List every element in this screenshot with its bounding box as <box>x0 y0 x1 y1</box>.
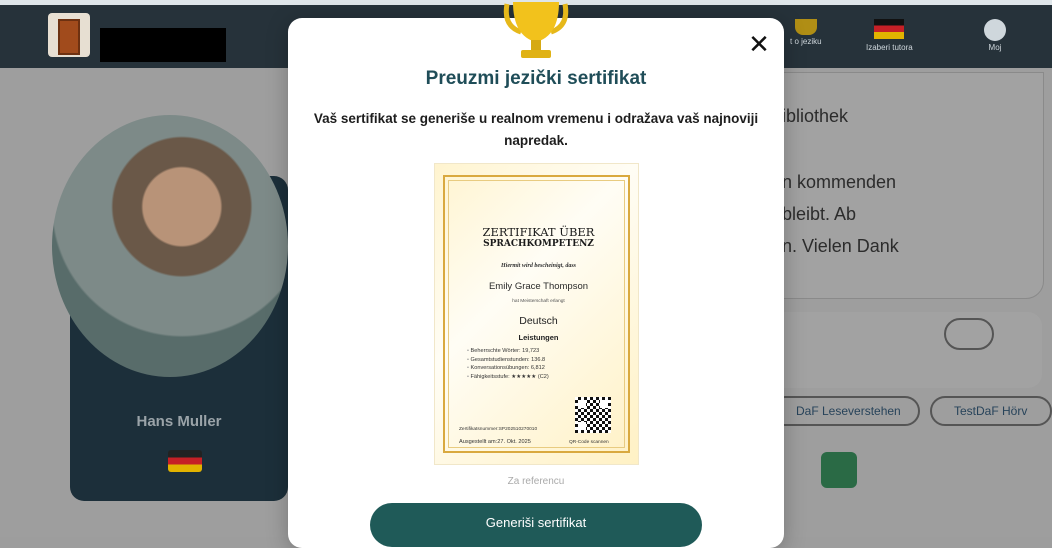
nav-item-choose-tutor[interactable]: Izaberi tutora <box>866 19 913 52</box>
info-text-line: bleibt. Ab <box>782 204 857 224</box>
info-text-line: n kommenden <box>782 172 897 192</box>
certificate-intro: Hiermit wird bescheinigt, dass <box>500 263 576 269</box>
trophy-icon <box>794 19 817 35</box>
magic-wand-button[interactable] <box>944 318 994 350</box>
nav-item-about-language[interactable]: t o jeziku <box>790 19 822 46</box>
redacted-title <box>100 28 226 62</box>
test-pill-listening[interactable]: TestDaF Hörv <box>930 396 1052 426</box>
achievement-item: Konversationsübungen: 6,812 <box>467 364 627 373</box>
trophy-icon <box>503 2 569 58</box>
certificate-modal: ✕ Preuzmi jezički sertifikat Vaš sertifi… <box>288 2 784 548</box>
tools-panel <box>770 312 1042 388</box>
certificate-number-label: Zertifikatsnummer: <box>459 427 499 432</box>
certificate-issue-date: Ausgestellt am:27. Okt. 2025 <box>459 439 531 445</box>
certificate-recipient-name: Emily Grace Thompson <box>488 281 589 292</box>
nav-item-profile[interactable]: Moj <box>984 19 1006 52</box>
issue-date-label: Ausgestellt am: <box>459 439 498 445</box>
reference-caption: Za referencu <box>507 476 565 487</box>
german-flag-icon <box>874 19 905 39</box>
qr-code-icon <box>575 397 611 433</box>
profile-name: Hans Muller <box>136 413 222 430</box>
certificate-title-line2: SPRACHKOMPETENZ <box>483 239 594 249</box>
modal-title: Preuzmi jezički sertifikat <box>425 68 647 89</box>
profile-icon <box>984 19 1006 41</box>
close-button[interactable]: ✕ <box>746 32 772 58</box>
avatar <box>52 115 288 377</box>
generate-certificate-button[interactable]: Generiši sertifikat <box>370 503 702 547</box>
achievement-item: Beherrschte Wörter: 19,723 <box>467 347 627 356</box>
info-text-line: ibliothek <box>782 106 849 126</box>
app-logo[interactable] <box>48 13 90 57</box>
nav-label: Moj <box>988 43 1002 52</box>
nav-label: t o jeziku <box>790 37 822 46</box>
issue-date-value: 27. Okt. 2025 <box>497 439 531 445</box>
certificate-language: Deutsch <box>519 315 558 327</box>
achievement-item: Fähigkeitsstufe: ★★★★★ (C2) <box>467 373 627 382</box>
certificate-preview: ZERTIFIKAT ÜBER SPRACHKOMPETENZ Hiermit … <box>435 164 638 464</box>
certificate-title-line1: ZERTIFIKAT ÜBER <box>482 225 595 239</box>
info-text-line: n. Vielen Dank <box>782 236 899 256</box>
certificate-mastery-text: hat Meisterschaft erlangt <box>512 299 565 304</box>
modal-description: Vaš sertifikat se generiše u realnom vre… <box>313 111 759 148</box>
door-icon <box>58 19 80 55</box>
nav-label: Izaberi tutora <box>866 43 913 52</box>
certificate-frame: ZERTIFIKAT ÜBER SPRACHKOMPETENZ Hiermit … <box>443 175 630 453</box>
microphone-button[interactable] <box>821 452 857 488</box>
achievement-item: Gesamtstudienstunden: 136.8 <box>467 356 627 365</box>
test-pill-reading[interactable]: DaF Leseverstehen <box>770 396 920 426</box>
certificate-number: Zertifikatsnummer:SP202510270010 <box>459 427 537 432</box>
german-flag-icon <box>168 450 202 472</box>
qr-scan-label: QR-Code scannen <box>569 440 609 445</box>
certificate-achievements-list: Beherrschte Wörter: 19,723 Gesamtstudien… <box>467 347 627 381</box>
certificate-achievements-title: Leistungen <box>518 333 559 342</box>
certificate-number-value: SP202510270010 <box>498 427 538 432</box>
